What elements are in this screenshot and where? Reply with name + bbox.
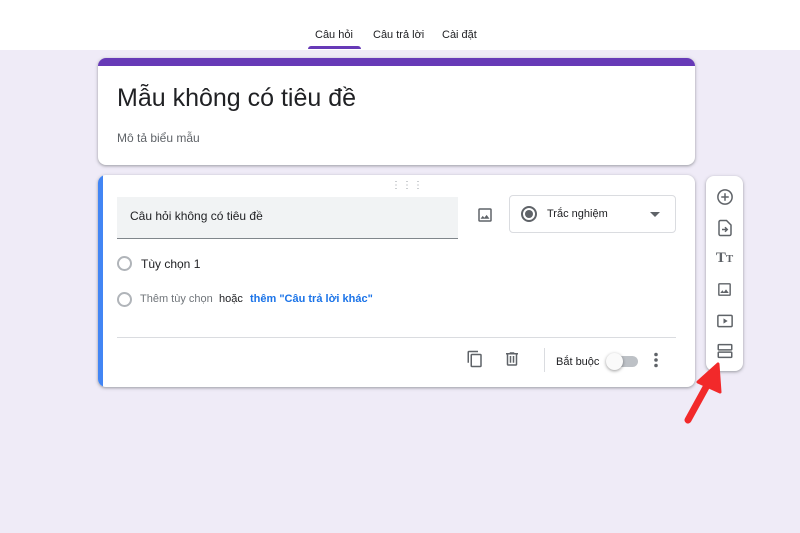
- radio-empty-icon: [117, 256, 132, 271]
- add-section-icon[interactable]: [715, 341, 734, 360]
- add-other-link[interactable]: thêm "Câu trả lời khác": [250, 293, 373, 305]
- question-card[interactable]: ⋮⋮⋮ Câu hỏi không có tiêu đề Trắc nghiệm…: [98, 175, 695, 387]
- accent-strip: [98, 58, 695, 66]
- annotation-arrow-icon: [684, 362, 722, 424]
- form-title[interactable]: Mẫu không có tiêu đề: [117, 84, 356, 113]
- import-questions-icon[interactable]: [715, 218, 734, 237]
- form-description[interactable]: Mô tả biểu mẫu: [117, 131, 200, 145]
- add-option-input[interactable]: Thêm tùy chọn: [140, 293, 213, 305]
- active-card-indicator: [98, 175, 103, 387]
- top-tab-bar: Câu hỏi Câu trả lời Cài đặt: [0, 0, 800, 50]
- footer-separator: [544, 348, 545, 372]
- add-video-icon[interactable]: [715, 311, 734, 330]
- option-label[interactable]: Tùy chọn 1: [141, 257, 200, 271]
- footer-divider: [117, 337, 676, 338]
- tab-settings[interactable]: Cài đặt: [442, 29, 477, 41]
- active-tab-indicator: [308, 46, 361, 49]
- form-header-card: Mẫu không có tiêu đề Mô tả biểu mẫu: [98, 58, 695, 165]
- required-label: Bắt buộc: [556, 356, 600, 368]
- add-question-icon[interactable]: [715, 187, 734, 206]
- duplicate-icon[interactable]: [466, 350, 484, 368]
- question-type-dropdown[interactable]: Trắc nghiệm: [509, 195, 676, 233]
- more-vert-icon[interactable]: [653, 352, 659, 368]
- title-description-icon[interactable]: TT: [715, 249, 734, 268]
- tab-questions[interactable]: Câu hỏi: [315, 29, 353, 41]
- required-toggle-knob[interactable]: [606, 353, 623, 370]
- drag-handle-icon[interactable]: ⋮⋮⋮: [391, 180, 424, 191]
- or-text: hoặc: [219, 293, 243, 305]
- radio-button-icon: [521, 206, 537, 222]
- side-toolbar: TT: [706, 176, 743, 371]
- delete-icon[interactable]: [503, 350, 521, 368]
- question-title-input[interactable]: Câu hỏi không có tiêu đề: [117, 197, 458, 239]
- add-image-icon[interactable]: [715, 280, 734, 299]
- add-image-icon[interactable]: [476, 206, 494, 224]
- caret-down-icon: [650, 212, 660, 217]
- radio-empty-icon: [117, 292, 132, 307]
- question-type-label: Trắc nghiệm: [547, 208, 608, 220]
- tab-responses[interactable]: Câu trả lời: [373, 29, 424, 41]
